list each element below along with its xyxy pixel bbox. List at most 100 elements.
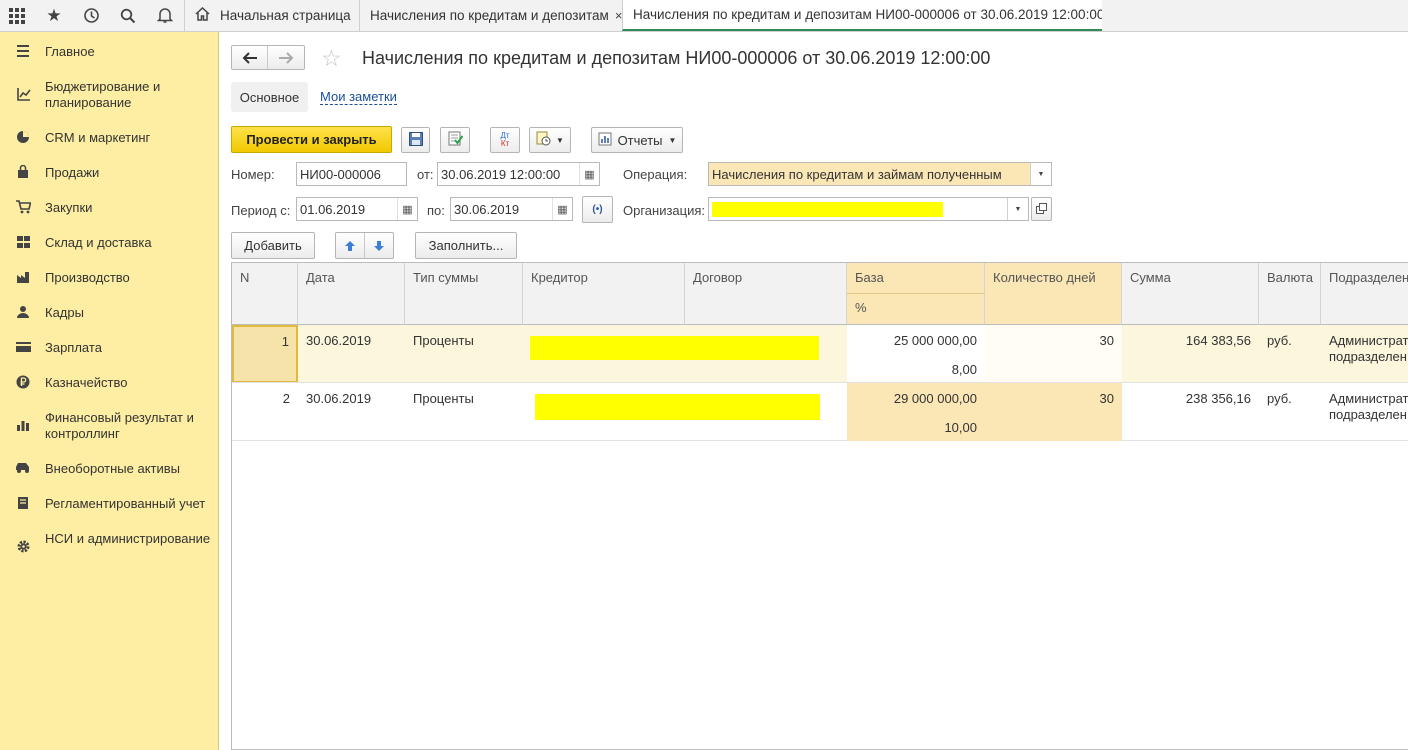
- dropdown-arrow-icon[interactable]: ▼: [1030, 163, 1051, 185]
- tab-home[interactable]: Начальная страница: [184, 0, 359, 31]
- cell-amount[interactable]: 164 383,56: [1122, 333, 1259, 348]
- cell-days[interactable]: 30: [985, 391, 1122, 406]
- sidebar-item-sales[interactable]: Продажи: [0, 164, 219, 185]
- star-icon[interactable]: ★: [37, 0, 71, 31]
- tab-label: Начисления по кредитам и депозитам НИ00-…: [633, 7, 1102, 22]
- column-header-currency[interactable]: Валюта: [1259, 263, 1321, 325]
- post-document-icon: [448, 131, 463, 149]
- subtab-notes[interactable]: Мои заметки: [320, 89, 397, 105]
- save-button[interactable]: [401, 127, 430, 153]
- post-button[interactable]: [440, 127, 470, 153]
- sidebar-item-crm[interactable]: CRM и маркетинг: [0, 130, 219, 150]
- cell-amount[interactable]: 238 356,16: [1122, 391, 1259, 406]
- sidebar-item-hr[interactable]: Кадры: [0, 305, 219, 325]
- fill-button[interactable]: Заполнить...: [415, 232, 517, 259]
- sidebar-item-admin[interactable]: НСИ и администрирование: [0, 531, 219, 565]
- post-and-close-button[interactable]: Провести и закрыть: [231, 126, 392, 153]
- home-icon: [195, 6, 210, 24]
- cell-base[interactable]: 25 000 000,00: [847, 333, 985, 348]
- sidebar-item-production[interactable]: Производство: [0, 270, 219, 290]
- document-form: ☆ Начисления по кредитам и депозитам НИ0…: [219, 32, 1408, 750]
- table-row[interactable]: 1 30.06.2019 Проценты 25 000 000,00 8,00…: [232, 325, 1408, 383]
- cell-sum-type[interactable]: Проценты: [405, 391, 482, 406]
- dropdown-arrow-icon[interactable]: ▼: [1007, 198, 1028, 220]
- cell-n[interactable]: 2: [232, 391, 298, 406]
- column-header-date[interactable]: Дата: [298, 263, 405, 325]
- create-based-on-icon: [536, 131, 552, 149]
- sidebar-item-warehouse[interactable]: Склад и доставка: [0, 235, 219, 255]
- history-nav: [231, 45, 305, 70]
- dt-kt-button[interactable]: Дт Кт: [490, 127, 520, 153]
- cell-currency[interactable]: руб.: [1259, 333, 1300, 348]
- tab-label: Начисления по кредитам и депозитам: [370, 8, 609, 23]
- date-field[interactable]: 30.06.2019 12:00:00 ▦: [437, 162, 600, 186]
- cell-division[interactable]: Администрат: [1321, 391, 1408, 406]
- search-icon[interactable]: [111, 0, 145, 31]
- tab-accruals-list[interactable]: Начисления по кредитам и депозитам ×: [359, 0, 622, 31]
- column-header-creditor[interactable]: Кредитор: [523, 263, 685, 325]
- cell-percent[interactable]: 8,00: [847, 362, 985, 377]
- favorite-star-icon[interactable]: ☆: [321, 46, 342, 70]
- forward-arrow-icon[interactable]: [268, 46, 304, 69]
- close-icon[interactable]: ×: [615, 8, 622, 23]
- back-arrow-icon[interactable]: [232, 46, 268, 69]
- cell-division[interactable]: Администрат: [1321, 333, 1408, 348]
- cell-days[interactable]: 30: [985, 333, 1122, 348]
- move-up-icon[interactable]: [336, 233, 365, 258]
- sidebar-item-financial-result[interactable]: Финансовый результат и контроллинг: [0, 410, 219, 444]
- calendar-icon[interactable]: ▦: [552, 198, 572, 220]
- column-header-contract[interactable]: Договор: [685, 263, 847, 325]
- redacted-block: [712, 202, 943, 217]
- column-header-division[interactable]: Подразделен: [1321, 263, 1408, 325]
- sidebar-item-main[interactable]: Главное: [0, 44, 219, 64]
- sidebar-item-regulated-accounting[interactable]: Регламентированный учет: [0, 496, 219, 516]
- sidebar-item-fixed-assets[interactable]: Внеоборотные активы: [0, 461, 219, 481]
- period-select-button[interactable]: (•): [582, 196, 613, 223]
- page-title: Начисления по кредитам и депозитам НИ00-…: [362, 48, 991, 68]
- table-row[interactable]: 2 30.06.2019 Проценты 29 000 000,00 10,0…: [232, 383, 1408, 441]
- calendar-icon[interactable]: ▦: [579, 163, 599, 185]
- add-row-button[interactable]: Добавить: [231, 232, 315, 259]
- sidebar-item-purchases[interactable]: Закупки: [0, 200, 219, 220]
- cell-sum-type[interactable]: Проценты: [405, 333, 482, 348]
- operation-select[interactable]: Начисления по кредитам и займам полученн…: [708, 162, 1052, 186]
- column-header-base[interactable]: База: [847, 263, 985, 294]
- subtab-main[interactable]: Основное: [231, 82, 308, 112]
- factory-icon: [15, 270, 31, 286]
- open-organization-button[interactable]: [1031, 197, 1052, 221]
- number-field[interactable]: НИ00-000006: [296, 162, 407, 186]
- apps-grid-icon[interactable]: [0, 0, 34, 31]
- organization-select[interactable]: ▼: [708, 197, 1029, 221]
- tab-accruals-document[interactable]: Начисления по кредитам и депозитам НИ00-…: [622, 0, 1102, 31]
- move-down-icon[interactable]: [365, 233, 393, 258]
- sidebar-item-budgeting[interactable]: Бюджетирование и планирование: [0, 79, 219, 113]
- menu-icon: [15, 44, 31, 60]
- sidebar-item-label: Финансовый результат и контроллинг: [45, 410, 194, 441]
- cell-base[interactable]: 29 000 000,00: [847, 391, 985, 406]
- car-icon: [15, 461, 31, 477]
- history-icon[interactable]: [74, 0, 108, 31]
- column-header-sum-type[interactable]: Тип суммы: [405, 263, 523, 325]
- person-icon: [15, 305, 31, 321]
- column-header-n[interactable]: N: [232, 263, 298, 325]
- create-based-on-button[interactable]: ▼: [529, 127, 571, 153]
- calendar-icon[interactable]: ▦: [397, 198, 417, 220]
- sidebar-item-salary[interactable]: Зарплата: [0, 340, 219, 360]
- period-icon: (•): [592, 204, 603, 215]
- column-header-percent[interactable]: %: [847, 294, 985, 325]
- column-header-days[interactable]: Количество дней: [985, 263, 1122, 325]
- cell-date[interactable]: 30.06.2019: [298, 391, 379, 406]
- period-from-field[interactable]: 01.06.2019 ▦: [296, 197, 418, 221]
- row-divider: [232, 382, 1408, 383]
- reports-button[interactable]: Отчеты ▼: [591, 127, 683, 153]
- bell-icon[interactable]: [148, 0, 182, 31]
- cell-n[interactable]: 1: [232, 325, 298, 383]
- sidebar-item-treasury[interactable]: Казначейство: [0, 375, 219, 395]
- cell-percent[interactable]: 10,00: [847, 420, 985, 435]
- cell-currency[interactable]: руб.: [1259, 391, 1300, 406]
- period-to-field[interactable]: 30.06.2019 ▦: [450, 197, 573, 221]
- column-header-amount[interactable]: Сумма: [1122, 263, 1259, 325]
- dt-kt-icon: Дт Кт: [500, 131, 510, 148]
- ruble-icon: [15, 375, 31, 391]
- cell-date[interactable]: 30.06.2019: [298, 333, 379, 348]
